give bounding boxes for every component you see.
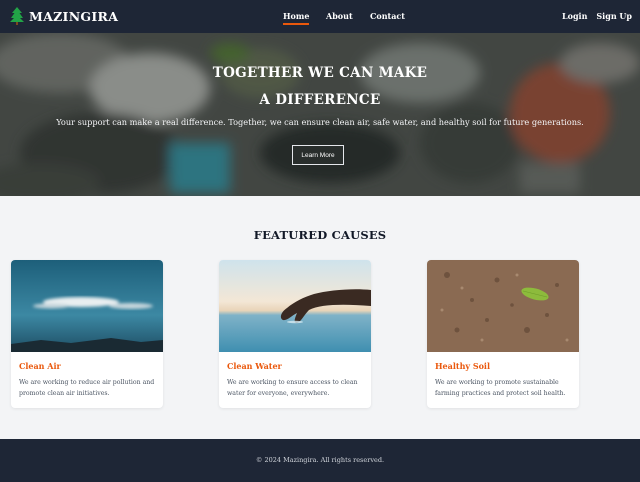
nav-about-link[interactable]: About (326, 11, 353, 21)
cause-card-clean-air[interactable]: Clean Air We are working to reduce air p… (11, 260, 163, 408)
featured-causes-heading: FEATURED CAUSES (253, 228, 387, 242)
cause-card-clean-water[interactable]: Clean Water We are working to ensure acc… (219, 260, 371, 408)
hero-banner: TOGETHER WE CAN MAKE A DIFFERENCE Your s… (0, 33, 640, 196)
tree-icon (10, 7, 24, 25)
card-title: Clean Air (19, 361, 61, 371)
card-description: We are working to ensure access to clean… (227, 379, 358, 397)
signup-link[interactable]: Sign Up (596, 11, 632, 21)
cause-card-healthy-soil[interactable]: Healthy Soil We are working to promote s… (427, 260, 579, 408)
brand-logo[interactable]: MAZINGIRA (10, 7, 118, 25)
card-description: We are working to promote sustainable fa… (435, 379, 566, 397)
nav-contact-link[interactable]: Contact (370, 11, 405, 21)
clean-air-image (11, 260, 163, 352)
login-link[interactable]: Login (562, 11, 587, 21)
card-title: Clean Water (227, 361, 282, 371)
copyright-text: © 2024 Mazingira. All rights reserved. (255, 456, 385, 464)
hero-subtitle: Your support can make a real difference.… (56, 117, 584, 127)
navbar: MAZINGIRA Home About Contact Login Sign … (0, 0, 640, 33)
healthy-soil-image (427, 260, 579, 352)
hero-overlay (0, 33, 640, 196)
brand-name: MAZINGIRA (29, 8, 119, 24)
clean-water-image (219, 260, 371, 352)
card-description: We are working to reduce air pollution a… (19, 379, 155, 397)
auth-links: Login Sign Up (562, 11, 632, 21)
hero-title-line1: TOGETHER WE CAN MAKE (212, 65, 428, 81)
footer: © 2024 Mazingira. All rights reserved. (0, 439, 640, 482)
hero-title-line2: A DIFFERENCE (259, 92, 381, 108)
card-title: Healthy Soil (435, 361, 491, 371)
learn-more-button[interactable]: Learn More (292, 145, 344, 165)
nav-home-link[interactable]: Home (283, 11, 310, 25)
